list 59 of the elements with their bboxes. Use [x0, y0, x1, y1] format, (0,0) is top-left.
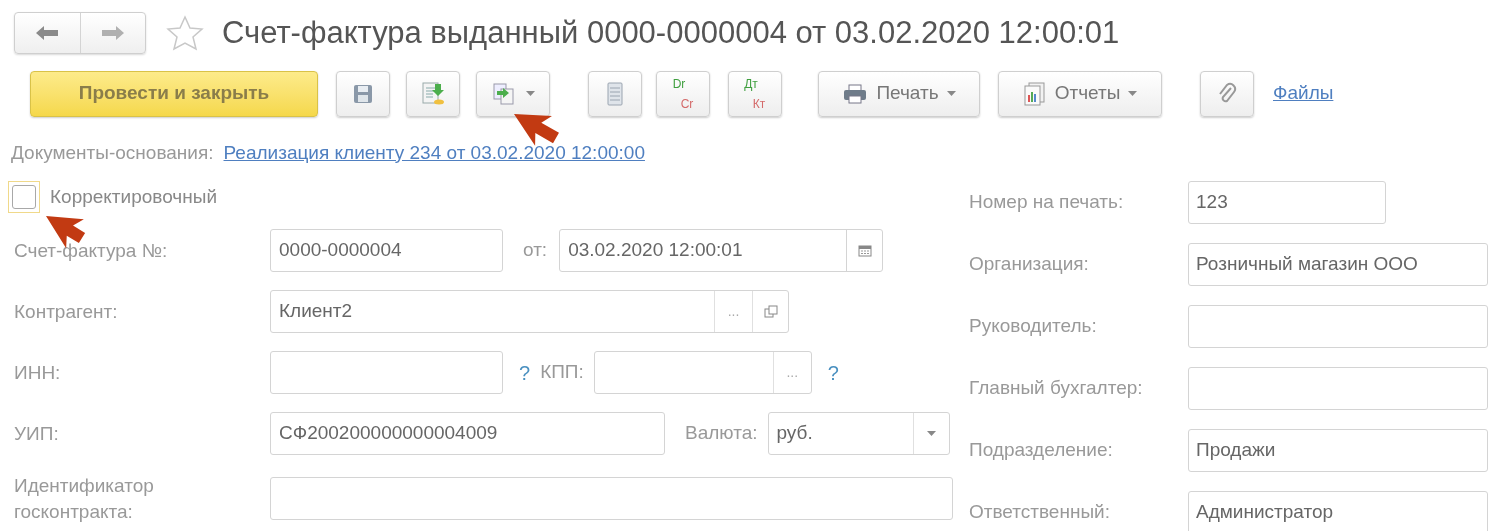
- annotation-arrow: [514, 114, 559, 146]
- basis-document-link[interactable]: Реализация клиенту 234 от 03.02.2020 12:00:00: [223, 138, 645, 167]
- reference-field[interactable]: ...: [593, 351, 812, 394]
- post-and-close-button[interactable]: Провести и закрыть: [30, 70, 318, 117]
- right-arrow-icon: [101, 25, 124, 42]
- text-field[interactable]: [1188, 305, 1488, 348]
- help-link[interactable]: ?: [823, 361, 843, 384]
- entries-button[interactable]: Dr Cr: [656, 70, 710, 117]
- reference-field[interactable]: Клиент2 ...: [270, 290, 789, 333]
- favorite-star-icon[interactable]: [166, 15, 204, 52]
- text-field[interactable]: 0000-0000004: [270, 229, 503, 272]
- report-icon: [1022, 80, 1047, 107]
- list-button[interactable]: [588, 70, 642, 117]
- list-icon: [606, 80, 624, 107]
- printer-icon: [842, 82, 869, 105]
- field-label: ИНН:: [14, 360, 62, 385]
- field-label: Подразделение:: [969, 438, 1114, 463]
- window-title: Счет-фактура выданный 0000-0000004 от 03.02.2020 12:00:01: [222, 14, 1120, 52]
- document-arrow-icon: [420, 80, 446, 107]
- select-field[interactable]: руб.: [767, 412, 950, 455]
- caret-icon: [926, 431, 936, 436]
- date-field[interactable]: 03.02.2020 12:00:01: [559, 229, 884, 272]
- choose-button[interactable]: ...: [714, 291, 752, 332]
- basis-documents-label: Документы-основания:: [11, 140, 214, 165]
- files-link[interactable]: Файлы: [1273, 82, 1334, 104]
- field-label: от:: [523, 239, 548, 261]
- field-label: Ответственный:: [969, 500, 1111, 525]
- choose-button[interactable]: ...: [772, 352, 811, 393]
- print-menu-button[interactable]: Печать: [818, 70, 980, 117]
- calendar-icon: [857, 244, 872, 257]
- text-field[interactable]: [1188, 367, 1488, 410]
- text-field[interactable]: Администратор: [1188, 491, 1488, 531]
- field-label: Руководитель:: [969, 314, 1098, 339]
- field-label: Номер на печать:: [969, 190, 1125, 215]
- help-link[interactable]: ?: [515, 361, 535, 384]
- text-field[interactable]: 123: [1188, 181, 1386, 224]
- reports-menu-button[interactable]: Отчеты: [998, 70, 1162, 117]
- text-field[interactable]: [270, 351, 503, 394]
- field-label: Организация:: [969, 252, 1090, 277]
- text-field[interactable]: [270, 477, 953, 521]
- field-label: Контрагент:: [14, 299, 119, 324]
- post-button[interactable]: [406, 70, 460, 117]
- field-label: Идентификатор госконтракта:: [14, 474, 155, 524]
- entries-button[interactable]: Дт Кт: [728, 70, 782, 117]
- text-field[interactable]: Продажи: [1188, 429, 1488, 472]
- attach-button[interactable]: [1200, 70, 1254, 117]
- field-label: Счет-фактура №:: [14, 238, 169, 263]
- field-label: УИП:: [14, 421, 60, 446]
- field-label: КПП:: [540, 361, 584, 383]
- text-field[interactable]: Розничный магазин ООО: [1188, 243, 1488, 286]
- text-field[interactable]: СФ200200000000004009: [270, 412, 665, 455]
- checkbox[interactable]: [8, 181, 40, 213]
- field-label: Валюта:: [685, 422, 758, 444]
- checkbox-label: Корректировочный: [50, 184, 217, 209]
- save-button[interactable]: [336, 70, 390, 117]
- field-label: Главный бухгалтер:: [969, 376, 1144, 401]
- create-based-on-button[interactable]: [476, 70, 550, 117]
- open-window-icon: [763, 304, 778, 319]
- left-arrow-icon: [36, 25, 59, 42]
